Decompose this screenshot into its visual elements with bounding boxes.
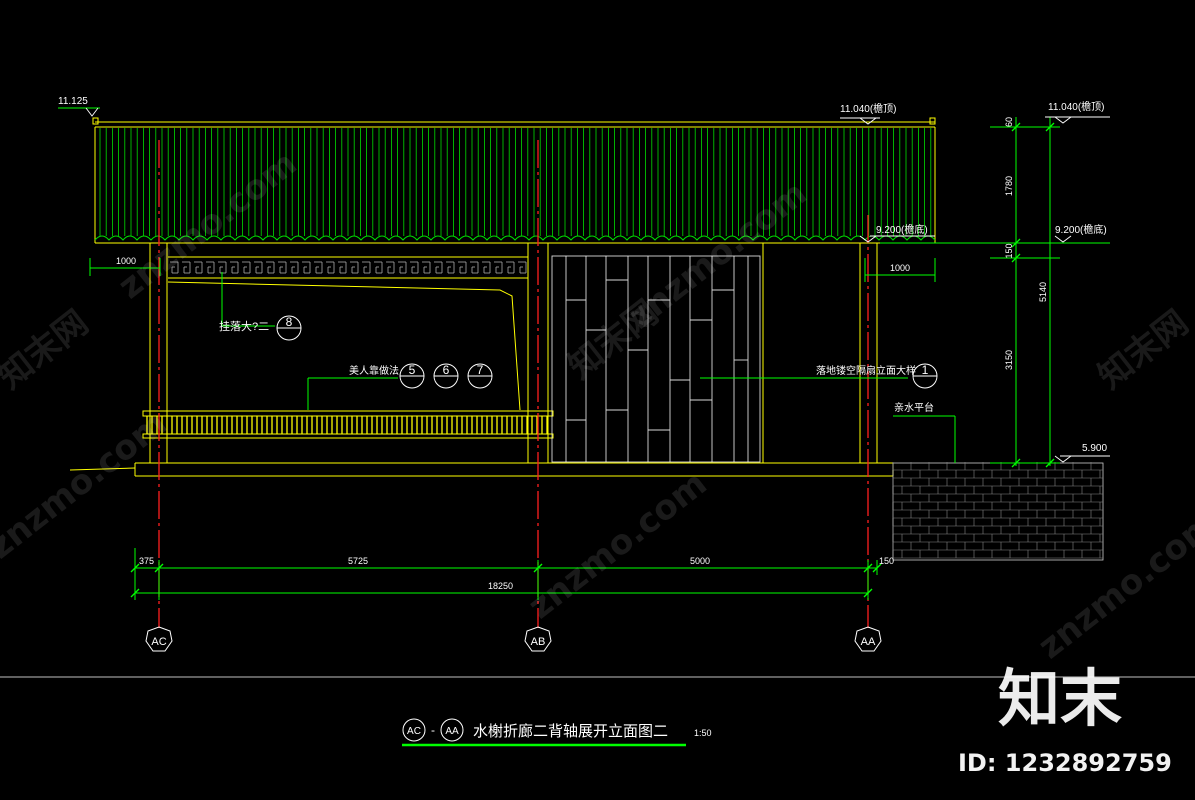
- title-scale: 1:50: [694, 728, 712, 738]
- watermark-cn-1: 知末网: [0, 303, 96, 397]
- dim-1780: 1780: [1004, 176, 1014, 196]
- axis-label-ab: AB: [531, 636, 546, 648]
- watermark-cn-2: 知末网: [1091, 303, 1195, 397]
- hanging-fret-band: [170, 261, 527, 274]
- platform-brick: [892, 462, 1104, 561]
- dim-right-1000: 1000: [890, 263, 910, 273]
- drawing-title: AC - AA 水榭折廊二背轴展开立面图二 1:50: [402, 718, 712, 747]
- elev-eave: 9.200(檐底): [876, 223, 928, 236]
- detail-ref-7-number: 7: [477, 363, 484, 377]
- dim-60: 60: [1004, 117, 1014, 127]
- detail-ref-5-number: 5: [409, 363, 416, 377]
- hanging-label: 挂落大?二: [219, 319, 269, 333]
- detail-ref-5: 5: [399, 363, 425, 389]
- axis-label-ac: AC: [151, 636, 166, 648]
- elevation-drawing: 8 5 6 7 1 挂落大?二 美人靠做法 落地镂空隔扇立面大样 亲水平台 11…: [0, 96, 1195, 777]
- bench-label: 美人靠做法: [349, 364, 399, 377]
- screen-label: 落地镂空隔扇立面大样: [816, 364, 916, 377]
- axis-label-aa: AA: [861, 636, 876, 648]
- dim-150-bottom: 150: [879, 556, 894, 566]
- level-markers: [85, 107, 1110, 463]
- watermark-cn-3: 知末网: [561, 293, 666, 387]
- dim-3150: 3150: [1004, 350, 1014, 370]
- title-axis-to: AA: [445, 726, 459, 737]
- axis-bubble-ac: AC: [145, 626, 173, 652]
- elev-right-eave: 9.200(檐底): [1055, 223, 1107, 236]
- axis-bubble-ab: AB: [524, 626, 552, 652]
- detail-ref-6: 6: [433, 363, 459, 389]
- axis-bubble-aa: AA: [854, 626, 882, 652]
- elev-left-top: 11.125: [58, 96, 88, 107]
- elev-ridge: 11.040(檐顶): [840, 102, 897, 115]
- watermark-site-5: znzmo.com: [1031, 504, 1195, 668]
- detail-ref-7: 7: [467, 363, 493, 389]
- detail-ref-1: 1: [912, 363, 938, 389]
- image-id: ID: 1232892759: [958, 749, 1172, 777]
- dim-total: 18250: [488, 581, 513, 591]
- detail-ref-8-number: 8: [286, 315, 293, 329]
- structure: [69, 243, 894, 477]
- title-axis-from: AC: [407, 726, 421, 737]
- dim-5000: 5000: [690, 556, 710, 566]
- title-text: 水榭折廊二背轴展开立面图二: [473, 723, 668, 740]
- platform-label: 亲水平台: [894, 401, 934, 414]
- detail-ref-1-number: 1: [922, 363, 929, 377]
- detail-ref-6-number: 6: [443, 363, 450, 377]
- dim-150: 150: [1004, 243, 1014, 258]
- dim-5725: 5725: [348, 556, 368, 566]
- dim-375: 375: [139, 556, 154, 566]
- watermark-site-3: znzmo.com: [521, 464, 715, 628]
- elev-right-ridge: 11.040(檐顶): [1048, 100, 1105, 113]
- elev-platform: 5.900: [1082, 443, 1107, 454]
- detail-ref-8: 8: [276, 315, 302, 341]
- brand-logo-text: 知末: [998, 662, 1122, 735]
- bench-balusters: [146, 416, 548, 434]
- title-dash: -: [431, 723, 435, 737]
- watermark-site-4: znzmo.com: [0, 404, 175, 568]
- dim-5140: 5140: [1038, 282, 1048, 302]
